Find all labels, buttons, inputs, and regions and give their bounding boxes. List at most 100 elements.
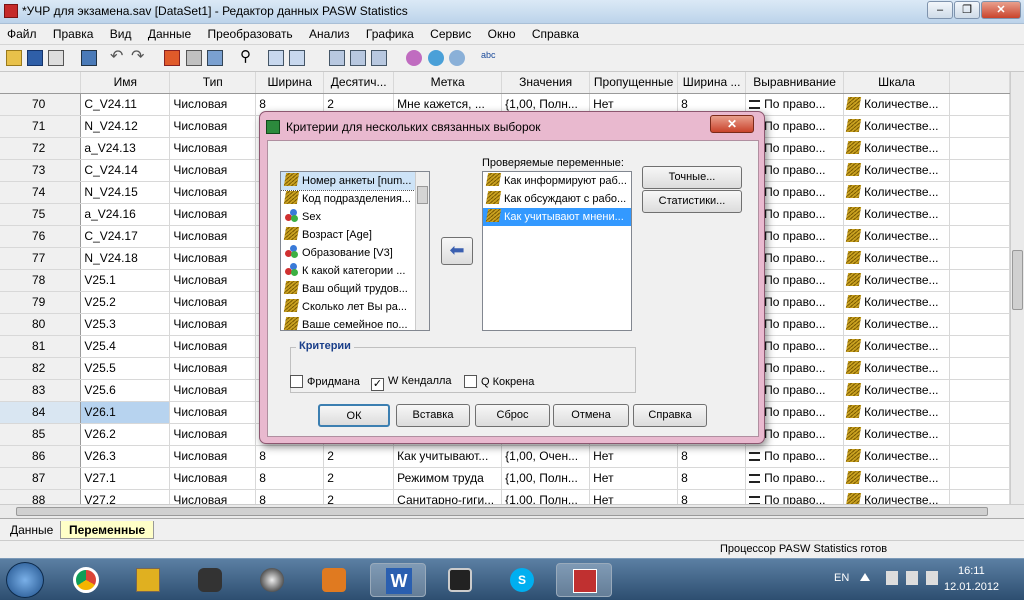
- row-number[interactable]: 70: [0, 93, 82, 116]
- show-all-icon[interactable]: [449, 50, 465, 66]
- row-number[interactable]: 74: [0, 181, 82, 204]
- source-var-item[interactable]: К какой категории ...: [281, 262, 429, 280]
- menu-analyze[interactable]: Анализ: [302, 24, 356, 41]
- menu-graphs[interactable]: Графика: [359, 24, 420, 41]
- cell-scale[interactable]: Количестве...: [843, 225, 951, 248]
- open-icon[interactable]: [6, 50, 22, 66]
- cell-name[interactable]: V25.1: [80, 269, 171, 292]
- cell-scale[interactable]: Количестве...: [843, 291, 951, 314]
- row-number[interactable]: 79: [0, 291, 82, 314]
- col-header-decimals[interactable]: Десятич...: [323, 72, 395, 94]
- cell-scale[interactable]: Количестве...: [843, 313, 951, 336]
- source-var-item[interactable]: Образование [V3]: [281, 244, 429, 262]
- cell-scale[interactable]: Количестве...: [843, 115, 951, 138]
- cell-name[interactable]: V26.3: [80, 445, 171, 468]
- cell-type[interactable]: Числовая: [169, 115, 257, 138]
- cell-type[interactable]: Числовая: [169, 225, 257, 248]
- menu-data[interactable]: Данные: [141, 24, 197, 41]
- cell-name[interactable]: a_V24.16: [80, 203, 171, 226]
- goto-variable-icon[interactable]: [186, 50, 202, 66]
- exact-button[interactable]: Точные...: [642, 166, 742, 189]
- source-list-scroll-thumb[interactable]: [417, 186, 428, 204]
- cell-type[interactable]: Числовая: [169, 401, 257, 424]
- clock-date[interactable]: 12.01.2012: [944, 581, 999, 593]
- row-number[interactable]: 88: [0, 489, 82, 504]
- taskbar-word[interactable]: W: [370, 563, 426, 597]
- row-number[interactable]: 84: [0, 401, 82, 424]
- source-var-item[interactable]: Sex: [281, 208, 429, 226]
- vertical-scroll-thumb[interactable]: [1012, 250, 1023, 310]
- clock-time[interactable]: 16:11: [958, 565, 985, 577]
- cell-values[interactable]: {1,00, Полн...: [501, 489, 591, 504]
- source-var-item[interactable]: Ваше семейное по...: [281, 316, 429, 330]
- cell-align[interactable]: По право...: [745, 445, 845, 468]
- save-icon[interactable]: [27, 50, 43, 66]
- dialog-recall-icon[interactable]: [81, 50, 97, 66]
- cell-values[interactable]: {1,00, Очен...: [501, 445, 591, 468]
- source-var-item[interactable]: Номер анкеты [num...: [281, 172, 429, 191]
- cell-type[interactable]: Числовая: [169, 335, 257, 358]
- cell-type[interactable]: Числовая: [169, 137, 257, 160]
- col-header-columns[interactable]: Ширина ...: [677, 72, 747, 94]
- corner-cell[interactable]: [0, 72, 82, 94]
- insert-variable-icon[interactable]: [289, 50, 305, 66]
- col-header-type[interactable]: Тип: [169, 72, 257, 94]
- tray-network-icon[interactable]: [906, 571, 918, 585]
- cell-dec[interactable]: 2: [323, 467, 395, 490]
- vertical-scrollbar[interactable]: [1010, 72, 1024, 504]
- reset-button[interactable]: Сброс: [475, 404, 550, 427]
- row-number[interactable]: 81: [0, 335, 82, 358]
- cell-name[interactable]: V25.2: [80, 291, 171, 314]
- cell-type[interactable]: Числовая: [169, 357, 257, 380]
- row-number[interactable]: 87: [0, 467, 82, 490]
- cell-label[interactable]: Как учитывают...: [393, 445, 503, 468]
- cell-type[interactable]: Числовая: [169, 445, 257, 468]
- cancel-button[interactable]: Отмена: [553, 404, 629, 427]
- cell-scale[interactable]: Количестве...: [843, 379, 951, 402]
- row-number[interactable]: 77: [0, 247, 82, 270]
- language-indicator[interactable]: EN: [834, 572, 849, 584]
- cell-scale[interactable]: Количестве...: [843, 335, 951, 358]
- help-button[interactable]: Справка: [633, 404, 707, 427]
- test-var-item-selected[interactable]: Как учитывают мнени...: [483, 208, 631, 226]
- redo-icon[interactable]: ↷: [131, 49, 147, 66]
- row-number[interactable]: 85: [0, 423, 82, 446]
- cell-align[interactable]: По право...: [745, 467, 845, 490]
- taskbar-skype[interactable]: S: [494, 563, 550, 597]
- col-header-name[interactable]: Имя: [80, 72, 171, 94]
- cell-label[interactable]: Режимом труда: [393, 467, 503, 490]
- cochran-q-checkbox[interactable]: Q Кокрена: [464, 375, 534, 388]
- cell-scale[interactable]: Количестве...: [843, 247, 951, 270]
- close-button[interactable]: ✕: [981, 1, 1021, 19]
- source-list-scrollbar[interactable]: [415, 172, 429, 330]
- cell-name[interactable]: C_V24.14: [80, 159, 171, 182]
- row-number[interactable]: 80: [0, 313, 82, 336]
- tray-flag-icon[interactable]: [886, 571, 898, 585]
- source-var-item[interactable]: Сколько лет Вы ра...: [281, 298, 429, 316]
- menu-window[interactable]: Окно: [481, 24, 522, 41]
- taskbar-app-monitor[interactable]: [432, 563, 488, 597]
- cell-type[interactable]: Числовая: [169, 467, 257, 490]
- find-icon[interactable]: ⚲: [240, 49, 256, 66]
- tab-data-view[interactable]: Данные: [2, 521, 61, 539]
- split-file-icon[interactable]: [329, 50, 345, 66]
- cell-scale[interactable]: Количестве...: [843, 467, 951, 490]
- row-number[interactable]: 83: [0, 379, 82, 402]
- cell-name[interactable]: V25.4: [80, 335, 171, 358]
- horizontal-scroll-thumb[interactable]: [16, 507, 988, 516]
- test-var-item[interactable]: Как обсуждают с рабо...: [483, 190, 631, 208]
- cell-name[interactable]: C_V24.17: [80, 225, 171, 248]
- menu-utilities[interactable]: Сервис: [423, 24, 477, 41]
- taskbar-app-dark[interactable]: [182, 563, 238, 597]
- cell-name[interactable]: a_V24.13: [80, 137, 171, 160]
- cell-type[interactable]: Числовая: [169, 269, 257, 292]
- cell-scale[interactable]: Количестве...: [843, 137, 951, 160]
- cell-name[interactable]: V26.2: [80, 423, 171, 446]
- undo-icon[interactable]: ↶: [110, 49, 126, 66]
- cell-scale[interactable]: Количестве...: [843, 401, 951, 424]
- paste-button[interactable]: Вставка: [396, 404, 470, 427]
- cell-name[interactable]: N_V24.12: [80, 115, 171, 138]
- cell-name[interactable]: V25.3: [80, 313, 171, 336]
- minimize-button[interactable]: ‒: [927, 1, 953, 19]
- source-var-item[interactable]: Ваш общий трудов...: [281, 280, 429, 298]
